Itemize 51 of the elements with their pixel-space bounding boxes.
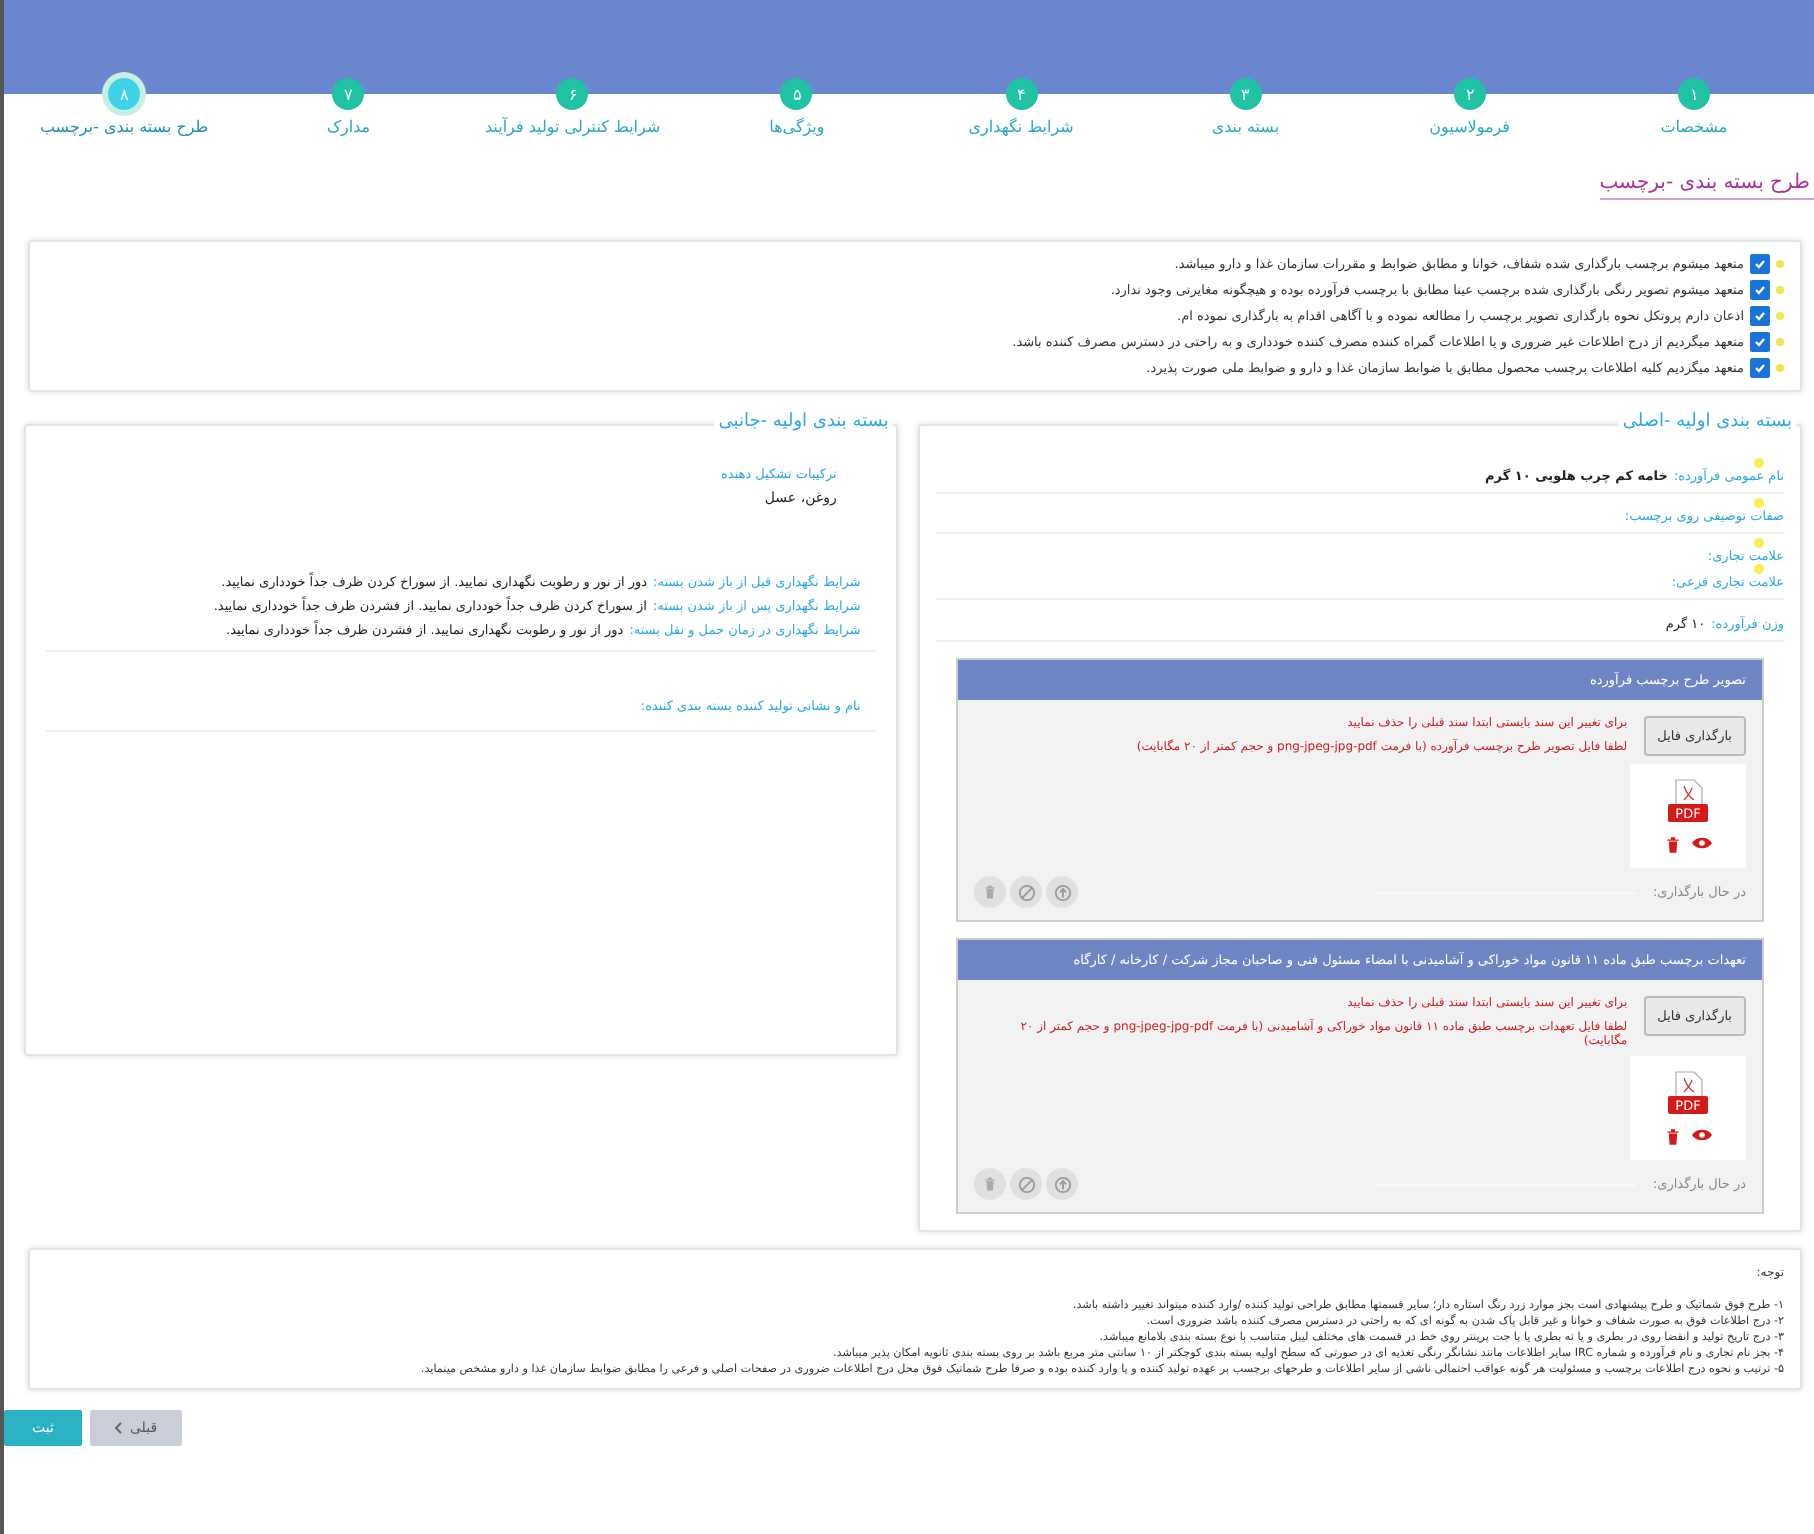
required-dot — [1776, 286, 1784, 294]
step-circle[interactable]: ۶ — [556, 78, 589, 110]
cancel-button[interactable] — [1010, 876, 1043, 908]
required-dot — [1754, 498, 1764, 508]
step-label[interactable]: ویژگی‌ها — [769, 118, 825, 136]
required-dot — [1776, 364, 1784, 372]
check-icon — [1754, 362, 1766, 374]
required-dot — [1754, 538, 1764, 548]
trash-icon[interactable] — [1665, 1128, 1679, 1146]
upload-icon — [1053, 1175, 1072, 1193]
step-circle[interactable]: ۷ — [332, 78, 365, 110]
eye-icon[interactable] — [1691, 1128, 1711, 1142]
step-circle[interactable]: ۵ — [780, 78, 813, 110]
step-circle[interactable]: ۸ — [108, 78, 141, 110]
step-circle[interactable]: ۲ — [1453, 78, 1486, 110]
step-label[interactable]: شرایط نگهداری — [968, 118, 1074, 136]
upload-button[interactable] — [1046, 876, 1079, 908]
step-label[interactable]: فرمولاسیون — [1429, 118, 1510, 136]
panel-title: بسته بندی اولیه -جانبی — [714, 412, 893, 432]
checkbox[interactable] — [1750, 254, 1770, 274]
panel-title: بسته بندی اولیه -اصلی — [1618, 412, 1796, 432]
check-icon — [1754, 258, 1766, 270]
checkbox[interactable] — [1750, 358, 1770, 378]
check-icon — [1754, 284, 1766, 296]
required-dot — [1776, 260, 1784, 268]
step-label[interactable]: شرایط کنترلی تولید فرآیند — [484, 118, 661, 136]
checkbox[interactable] — [1750, 332, 1770, 352]
checkbox[interactable] — [1750, 306, 1770, 326]
required-dot — [1776, 312, 1784, 320]
step-label[interactable]: طرح بسته بندی -برچسب — [39, 118, 209, 136]
step-circle[interactable]: ۱ — [1677, 78, 1710, 110]
required-dot — [1754, 564, 1764, 574]
required-dot — [1776, 338, 1784, 346]
cancel-icon — [1017, 883, 1036, 901]
check-icon — [1754, 336, 1766, 348]
step-label[interactable]: مدارک — [326, 118, 371, 136]
step-circle[interactable]: ۳ — [1229, 78, 1262, 110]
caret-icon — [113, 1422, 122, 1434]
step-label[interactable]: بسته بندی — [1211, 118, 1280, 136]
eye-icon[interactable] — [1691, 836, 1711, 850]
required-dot — [1754, 458, 1764, 468]
cancel-button[interactable] — [1010, 1168, 1043, 1200]
cancel-icon — [1017, 1175, 1036, 1193]
checkbox[interactable] — [1750, 280, 1770, 300]
upload-button[interactable] — [1046, 1168, 1079, 1200]
step-circle[interactable]: ۴ — [1005, 78, 1038, 110]
upload-icon — [1053, 883, 1072, 901]
check-icon — [1754, 310, 1766, 322]
trash-icon[interactable] — [1665, 836, 1679, 854]
step-label[interactable]: مشخصات — [1660, 118, 1728, 136]
page-title: طرح بسته بندی -برچسب — [1599, 136, 1814, 200]
